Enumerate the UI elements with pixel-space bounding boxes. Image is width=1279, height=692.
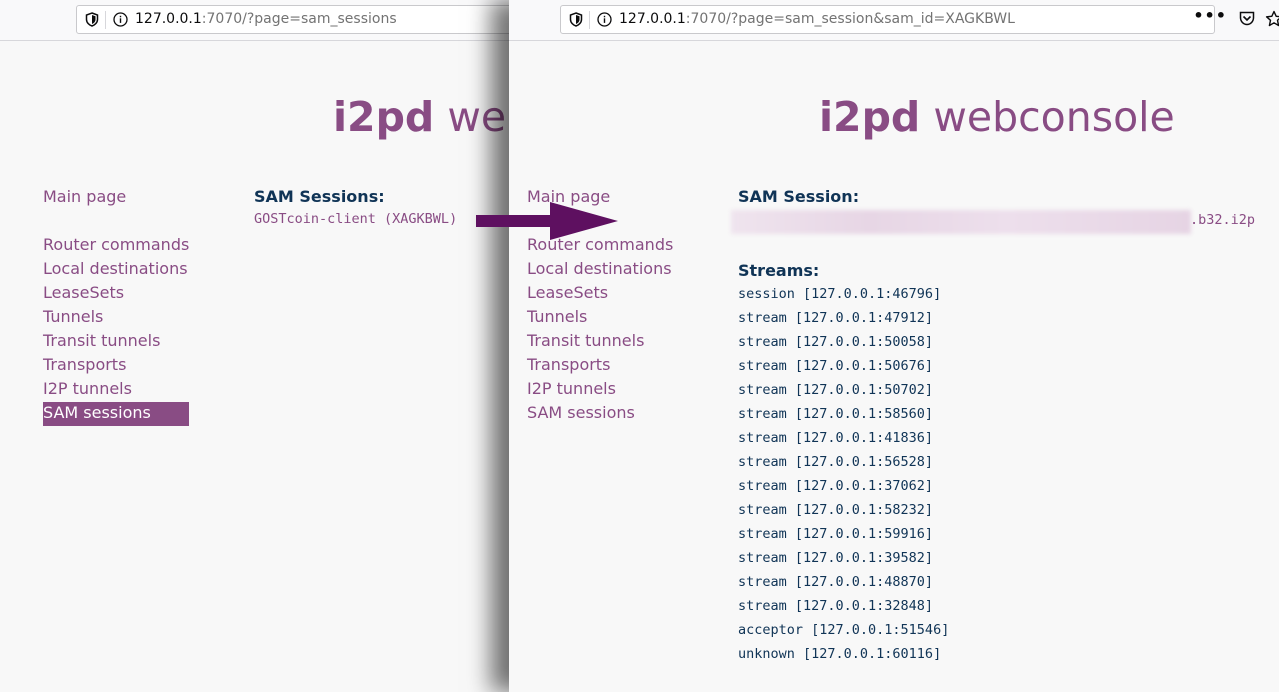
stream-item: stream [127.0.0.1:58560] — [738, 406, 934, 422]
url-host: 127.0.0.1 — [135, 11, 202, 27]
url-text[interactable]: 127.0.0.1:7070/?page=sam_sessions — [135, 11, 397, 27]
title-rest: webconsole — [920, 93, 1175, 141]
menu-item-leasesets[interactable]: LeaseSets — [527, 282, 673, 306]
url-path: :7070/?page=sam_session&sam_id=XAGKBWL — [685, 11, 1015, 27]
stream-item: stream [127.0.0.1:37062] — [738, 478, 934, 494]
session-address: .b32.i2p — [731, 209, 1255, 234]
url-separator — [589, 11, 590, 29]
streams-heading: Streams: — [738, 261, 820, 280]
stream-item: stream [127.0.0.1:39582] — [738, 550, 934, 566]
bookmark-star-icon[interactable] — [1265, 10, 1279, 28]
sam-session-link[interactable]: GOSTcoin-client (XAGKBWL) — [254, 211, 457, 228]
more-icon[interactable]: ••• — [1193, 8, 1227, 24]
url-bar[interactable]: 127.0.0.1:7070/?page=sam_session&sam_id=… — [560, 5, 1215, 34]
browser-toolbar: 127.0.0.1:7070/?page=sam_session&sam_id=… — [509, 0, 1279, 41]
page-title: i2pd webconsole — [333, 93, 515, 141]
left-browser-window: 127.0.0.1:7070/?page=sam_sessions i2pd w… — [0, 0, 515, 692]
menu-item-router-commands[interactable]: Router commands — [43, 234, 189, 258]
streams-list: session [127.0.0.1:46796] stream [127.0.… — [738, 282, 949, 666]
right-browser-window: 127.0.0.1:7070/?page=sam_session&sam_id=… — [509, 0, 1279, 692]
url-separator — [105, 11, 106, 29]
title-bold: i2pd — [333, 93, 435, 141]
main-content: SAM Session: .b32.i2p Streams: session [… — [731, 186, 1255, 666]
stream-item: session [127.0.0.1:46796] — [738, 286, 942, 302]
url-bar[interactable]: 127.0.0.1:7070/?page=sam_sessions — [76, 5, 515, 34]
menu-item-i2p-tunnels[interactable]: I2P tunnels — [527, 378, 673, 402]
stream-item: acceptor [127.0.0.1:51546] — [738, 622, 950, 638]
stream-item: stream [127.0.0.1:41836] — [738, 430, 934, 446]
url-host: 127.0.0.1 — [619, 11, 686, 27]
main-content: SAM Sessions: GOSTcoin-client (XAGKBWL) — [254, 186, 457, 228]
shield-icon[interactable] — [85, 12, 99, 27]
arrow-right-icon — [476, 202, 618, 240]
pocket-icon[interactable] — [1239, 11, 1255, 26]
sidebar-menu: Main page Router commands Local destinat… — [43, 186, 189, 426]
menu-item-transit-tunnels[interactable]: Transit tunnels — [43, 330, 189, 354]
page-title: i2pd webconsole — [819, 93, 1175, 141]
stream-item: stream [127.0.0.1:50676] — [738, 358, 934, 374]
stream-item: stream [127.0.0.1:50702] — [738, 382, 934, 398]
menu-item-tunnels[interactable]: Tunnels — [43, 306, 189, 330]
blurred-address — [731, 210, 1191, 234]
browser-toolbar: 127.0.0.1:7070/?page=sam_sessions — [0, 0, 515, 41]
sam-session-heading: SAM Session: — [738, 187, 860, 206]
menu-item-local-destinations[interactable]: Local destinations — [43, 258, 189, 282]
stream-item: stream [127.0.0.1:58232] — [738, 502, 934, 518]
address-suffix[interactable]: .b32.i2p — [1190, 212, 1255, 228]
stream-item: stream [127.0.0.1:59916] — [738, 526, 934, 542]
stream-item: stream [127.0.0.1:32848] — [738, 598, 934, 614]
title-rest: webconsole — [447, 93, 515, 141]
stream-item: stream [127.0.0.1:56528] — [738, 454, 934, 470]
menu-item-sam-sessions[interactable]: SAM sessions — [527, 402, 673, 426]
menu-item-i2p-tunnels[interactable]: I2P tunnels — [43, 378, 189, 402]
menu-item-leasesets[interactable]: LeaseSets — [43, 282, 189, 306]
sam-sessions-heading: SAM Sessions: — [254, 187, 385, 206]
menu-item-transports[interactable]: Transports — [43, 354, 189, 378]
title-bold: i2pd — [819, 93, 921, 141]
url-text[interactable]: 127.0.0.1:7070/?page=sam_session&sam_id=… — [619, 11, 1015, 27]
menu-item-main-page[interactable]: Main page — [43, 186, 189, 210]
shield-icon[interactable] — [569, 12, 583, 27]
stream-item: stream [127.0.0.1:50058] — [738, 334, 934, 350]
url-path: :7070/?page=sam_sessions — [201, 11, 397, 27]
info-icon[interactable] — [113, 12, 128, 27]
menu-item-transports[interactable]: Transports — [527, 354, 673, 378]
info-icon[interactable] — [597, 12, 612, 27]
stream-item: unknown [127.0.0.1:60116] — [738, 646, 942, 662]
stream-item: stream [127.0.0.1:47912] — [738, 310, 934, 326]
menu-item-sam-sessions[interactable]: SAM sessions — [43, 402, 189, 426]
stream-item: stream [127.0.0.1:48870] — [738, 574, 934, 590]
menu-item-tunnels[interactable]: Tunnels — [527, 306, 673, 330]
menu-item-transit-tunnels[interactable]: Transit tunnels — [527, 330, 673, 354]
menu-item-local-destinations[interactable]: Local destinations — [527, 258, 673, 282]
